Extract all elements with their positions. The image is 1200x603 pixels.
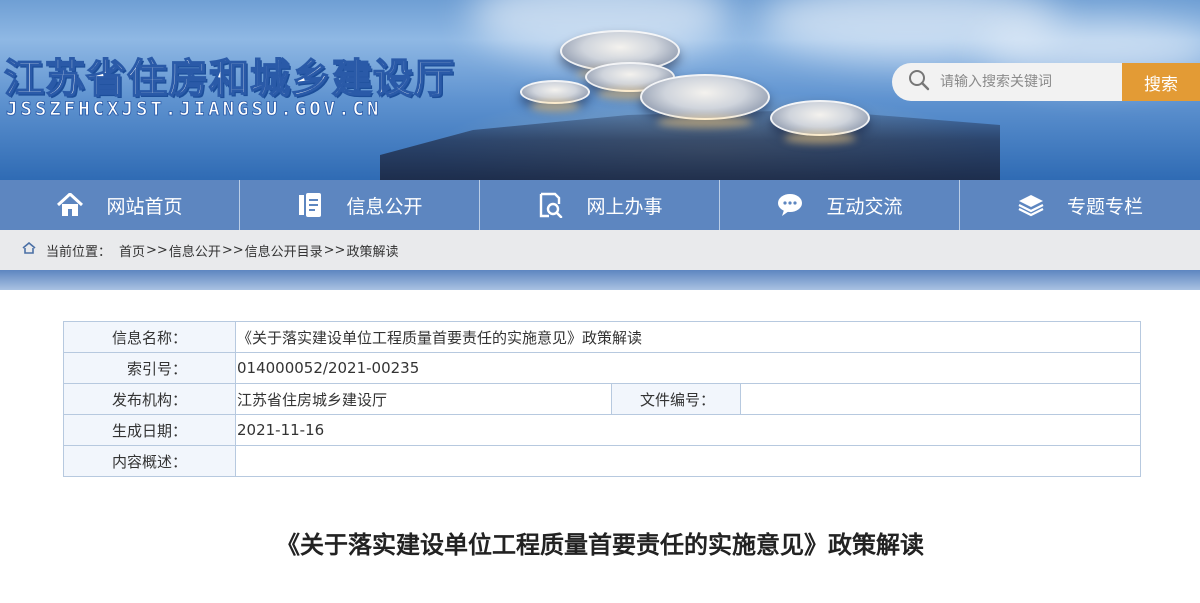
nav-item-interaction[interactable]: 互动交流 xyxy=(720,180,960,230)
document-icon xyxy=(296,191,324,219)
summary-label: 内容概述： xyxy=(63,445,236,477)
chat-icon xyxy=(776,191,804,219)
table-row: 发布机构： 江苏省住房城乡建设厅 文件编号： xyxy=(63,383,1141,415)
nav-item-home[interactable]: 网站首页 xyxy=(0,180,240,230)
nav-item-label: 信息公开 xyxy=(346,195,423,218)
nav-item-label: 专题专栏 xyxy=(1066,195,1143,218)
search-input[interactable] xyxy=(940,74,1110,90)
breadcrumb-link-info-catalog[interactable]: 信息公开目录 xyxy=(245,241,323,260)
nav-item-label: 网上办事 xyxy=(586,195,663,218)
banner-stadium xyxy=(640,74,770,120)
table-row: 信息名称： 《关于落实建设单位工程质量首要责任的实施意见》政策解读 xyxy=(63,321,1141,353)
index-number-label: 索引号： xyxy=(63,352,236,384)
search-box xyxy=(892,63,1122,101)
nav-item-label: 网站首页 xyxy=(106,195,183,218)
publisher-value: 江苏省住房城乡建设厅 xyxy=(235,383,612,415)
table-row: 索引号： 014000052/2021-00235 xyxy=(63,352,1141,384)
doc-number-label: 文件编号： xyxy=(611,383,741,415)
info-name-value: 《关于落实建设单位工程质量首要责任的实施意见》政策解读 xyxy=(235,321,1141,353)
site-title: 江苏省住房和城乡建设厅 xyxy=(3,55,455,103)
breadcrumb-link-info-disclosure[interactable]: 信息公开 xyxy=(169,241,221,260)
breadcrumb-link-home[interactable]: 首页 xyxy=(119,241,145,260)
home-icon xyxy=(56,191,84,219)
breadcrumb: 当前位置： 首页 >> 信息公开 >> 信息公开目录 >> 政策解读 xyxy=(0,230,1200,270)
nav-item-special-topics[interactable]: 专题专栏 xyxy=(960,180,1200,230)
table-row: 内容概述： xyxy=(63,445,1141,477)
doc-number-value xyxy=(740,383,1141,415)
breadcrumb-prefix: 当前位置： xyxy=(46,244,112,260)
breadcrumb-link-policy-interpretation[interactable]: 政策解读 xyxy=(346,241,398,260)
date-label: 生成日期： xyxy=(63,414,236,446)
summary-value xyxy=(235,445,1141,477)
search-button[interactable]: 搜索 xyxy=(1122,63,1200,101)
decorative-band xyxy=(0,270,1200,290)
main-nav: 网站首页 信息公开 网上办事 互动交流 专题专栏 xyxy=(0,180,1200,230)
breadcrumb-separator: >> xyxy=(146,242,168,258)
search-icon xyxy=(908,69,930,95)
header-banner: 江苏省住房和城乡建设厅 JSSZFHCXJST.JIANGSU.GOV.CN 搜… xyxy=(0,0,1200,180)
search-document-icon xyxy=(536,191,564,219)
nav-item-info-disclosure[interactable]: 信息公开 xyxy=(240,180,480,230)
nav-item-online-services[interactable]: 网上办事 xyxy=(480,180,720,230)
info-name-label: 信息名称： xyxy=(63,321,236,353)
banner-stadium xyxy=(770,100,870,136)
nav-item-label: 互动交流 xyxy=(826,195,903,218)
breadcrumb-separator: >> xyxy=(221,242,244,258)
info-table: 信息名称： 《关于落实建设单位工程质量首要责任的实施意见》政策解读 索引号： 0… xyxy=(63,321,1141,477)
index-number-value: 014000052/2021-00235 xyxy=(235,352,1141,384)
breadcrumb-separator: >> xyxy=(323,242,346,258)
date-value: 2021-11-16 xyxy=(235,414,1141,446)
article-title: 《关于落实建设单位工程质量首要责任的实施意见》政策解读 xyxy=(276,531,924,559)
site-domain: JSSZFHCXJST.JIANGSU.GOV.CN xyxy=(6,98,382,121)
layers-icon xyxy=(1017,191,1045,219)
table-row: 生成日期： 2021-11-16 xyxy=(63,414,1141,446)
publisher-label: 发布机构： xyxy=(63,383,236,415)
home-icon xyxy=(22,241,36,258)
banner-stadium xyxy=(520,80,590,104)
